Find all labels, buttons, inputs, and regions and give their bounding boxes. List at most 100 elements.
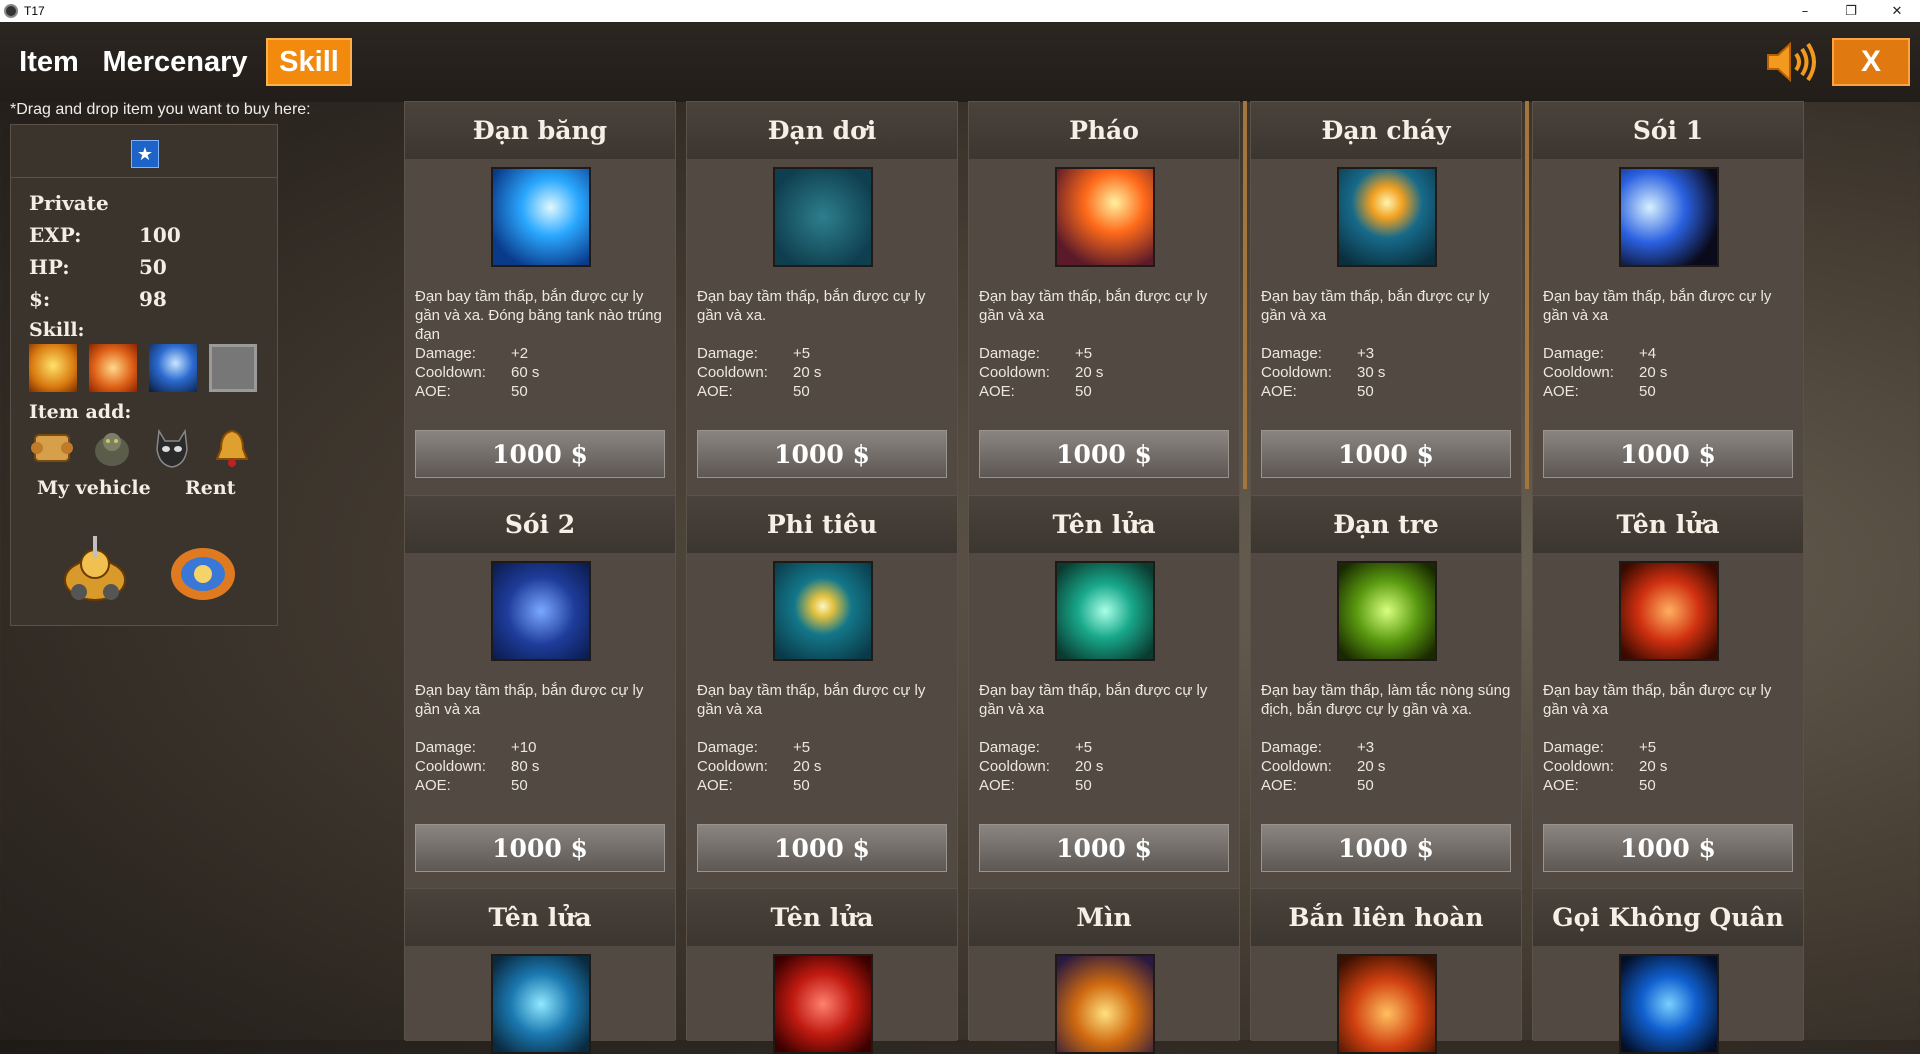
- skill-description: Đạn bay tầm thấp, bắn được cự ly gần và …: [1543, 288, 1772, 324]
- fire-bullet-icon[interactable]: [1337, 167, 1437, 267]
- buy-button[interactable]: 1000 $: [1543, 824, 1793, 872]
- skill-name: Sói 1: [1533, 102, 1803, 159]
- scroll-icon[interactable]: [29, 425, 75, 471]
- missile-blue-icon[interactable]: [491, 954, 591, 1054]
- skill-damage-label: Damage:: [415, 739, 476, 756]
- bat-bullet-icon[interactable]: [773, 167, 873, 267]
- cannon-icon[interactable]: [1055, 167, 1155, 267]
- missile-red-icon[interactable]: [773, 954, 873, 1054]
- skill-card[interactable]: Đạn băng Đạn bay tầm thấp, bắn được cự ly…: [404, 101, 676, 496]
- tab-skill[interactable]: Skill: [266, 38, 352, 86]
- ice-bullet-icon[interactable]: [491, 167, 591, 267]
- skill-cooldown-value: 20 s: [1075, 758, 1104, 775]
- skill-card[interactable]: Tên lửa: [404, 888, 676, 1054]
- minimize-button[interactable]: –: [1782, 0, 1828, 22]
- skill-aoe-row: AOE: 50: [1543, 776, 1667, 795]
- skill-card[interactable]: Phi tiêu Đạn bay tầm thấp, bắn được cự ly…: [686, 495, 958, 890]
- skill-cooldown-row: Cooldown: 60 s: [415, 363, 539, 382]
- skill-slot-empty[interactable]: [209, 344, 257, 392]
- skill-card[interactable]: Đạn dơi Đạn bay tầm thấp, bắn được cự ly …: [686, 101, 958, 496]
- skill-card[interactable]: Tên lửa Đạn bay tầm thấp, bắn được cự ly …: [968, 495, 1240, 890]
- tab-mercenary[interactable]: Mercenary: [96, 38, 254, 86]
- skill-damage-row: Damage: +5: [697, 344, 821, 363]
- buy-button[interactable]: 1000 $: [979, 824, 1229, 872]
- ogre-icon[interactable]: [89, 425, 135, 471]
- skill-stats: Damage: +3 Cooldown: 20 s AOE: 50: [1261, 738, 1385, 795]
- skill-aoe-label: AOE:: [1261, 777, 1297, 794]
- buy-button[interactable]: 1000 $: [415, 430, 665, 478]
- skill-slot-gold-armor[interactable]: [29, 344, 77, 392]
- buy-button[interactable]: 1000 $: [1261, 824, 1511, 872]
- skill-name: Mìn: [969, 889, 1239, 946]
- wolf-2-icon[interactable]: [491, 561, 591, 661]
- skill-card[interactable]: Pháo Đạn bay tầm thấp, bắn được cự ly gần…: [968, 101, 1240, 496]
- close-shop-button[interactable]: X: [1832, 38, 1910, 86]
- skill-cooldown-label: Cooldown:: [979, 364, 1050, 381]
- skill-card[interactable]: Sói 2 Đạn bay tầm thấp, bắn được cự ly gầ…: [404, 495, 676, 890]
- skill-damage-row: Damage: +4: [1543, 344, 1667, 363]
- rocket-icon[interactable]: [1619, 561, 1719, 661]
- skill-damage-label: Damage:: [1543, 739, 1604, 756]
- skill-aoe-label: AOE:: [697, 777, 733, 794]
- skill-aoe-row: AOE: 50: [1543, 382, 1667, 401]
- panel-divider: [1243, 101, 1247, 489]
- skill-stats: Damage: +4 Cooldown: 20 s AOE: 50: [1543, 344, 1667, 401]
- bat-mask-icon[interactable]: [149, 425, 195, 471]
- hp-label: HP:: [29, 255, 70, 279]
- money-row: $: 98: [29, 287, 167, 311]
- skill-aoe-label: AOE:: [415, 777, 451, 794]
- dart-icon[interactable]: [773, 561, 873, 661]
- skill-cooldown-row: Cooldown: 20 s: [697, 363, 821, 382]
- restore-button[interactable]: ❐: [1828, 0, 1874, 22]
- bell-icon[interactable]: [209, 425, 255, 471]
- skill-description: Đạn bay tầm thấp, bắn được cự ly gần và …: [415, 682, 644, 718]
- skill-card[interactable]: Đạn tre Đạn bay tầm thấp, làm tắc nòng sú…: [1250, 495, 1522, 890]
- wolf-icon[interactable]: [1619, 167, 1719, 267]
- skill-card[interactable]: Gọi Không Quân: [1532, 888, 1804, 1054]
- skill-aoe-row: AOE: 50: [697, 382, 821, 401]
- buy-button[interactable]: 1000 $: [697, 824, 947, 872]
- skill-card[interactable]: Sói 1 Đạn bay tầm thấp, bắn được cự ly gầ…: [1532, 101, 1804, 496]
- skill-stats: Damage: +5 Cooldown: 20 s AOE: 50: [979, 738, 1103, 795]
- buy-button[interactable]: 1000 $: [979, 430, 1229, 478]
- tab-item[interactable]: Item: [10, 38, 88, 86]
- skill-stats: Damage: +3 Cooldown: 30 s AOE: 50: [1261, 344, 1385, 401]
- skill-card[interactable]: Tên lửa: [686, 888, 958, 1054]
- rent-vehicle-icon[interactable]: [163, 530, 243, 610]
- skill-card[interactable]: Mìn: [968, 888, 1240, 1054]
- drop-zone[interactable]: ★: [11, 125, 277, 178]
- skill-slot-monkey[interactable]: [89, 344, 137, 392]
- buy-button[interactable]: 1000 $: [1261, 430, 1511, 478]
- skill-damage-value: +2: [511, 345, 529, 362]
- air-strike-icon[interactable]: [1619, 954, 1719, 1054]
- missile-icon[interactable]: [1055, 561, 1155, 661]
- skill-cooldown-label: Cooldown:: [1543, 364, 1614, 381]
- hp-value: 50: [139, 255, 167, 279]
- skill-damage-value: +4: [1639, 345, 1657, 362]
- skill-cooldown-value: 30 s: [1357, 364, 1386, 381]
- skill-card[interactable]: Đạn cháy Đạn bay tầm thấp, bắn được cự ly…: [1250, 101, 1522, 496]
- skill-description: Đạn bay tầm thấp, làm tắc nòng súng địch…: [1261, 682, 1511, 718]
- skill-cooldown-label: Cooldown:: [415, 364, 486, 381]
- skill-card[interactable]: Tên lửa Đạn bay tầm thấp, bắn được cự ly …: [1532, 495, 1804, 890]
- skill-aoe-row: AOE: 50: [697, 776, 821, 795]
- skill-name: Tên lửa: [969, 496, 1239, 553]
- my-vehicle-icon[interactable]: [55, 530, 135, 610]
- bamboo-bullet-icon[interactable]: [1337, 561, 1437, 661]
- window-close-button[interactable]: ✕: [1874, 0, 1920, 22]
- skill-damage-label: Damage:: [1261, 345, 1322, 362]
- skill-slot-ghost[interactable]: [149, 344, 197, 392]
- skill-stats: Damage: +5 Cooldown: 20 s AOE: 50: [979, 344, 1103, 401]
- skill-aoe-row: AOE: 50: [415, 776, 539, 795]
- skill-card[interactable]: Bắn liên hoàn: [1250, 888, 1522, 1054]
- skill-card-body: [969, 946, 1239, 1054]
- rapid-fire-icon[interactable]: [1337, 954, 1437, 1054]
- skill-cooldown-row: Cooldown: 20 s: [1543, 363, 1667, 382]
- buy-button[interactable]: 1000 $: [1543, 430, 1793, 478]
- buy-button[interactable]: 1000 $: [415, 824, 665, 872]
- skill-cooldown-value: 20 s: [1639, 364, 1668, 381]
- mine-icon[interactable]: [1055, 954, 1155, 1054]
- skill-damage-value: +5: [1075, 345, 1093, 362]
- buy-button[interactable]: 1000 $: [697, 430, 947, 478]
- sound-button[interactable]: [1764, 38, 1818, 86]
